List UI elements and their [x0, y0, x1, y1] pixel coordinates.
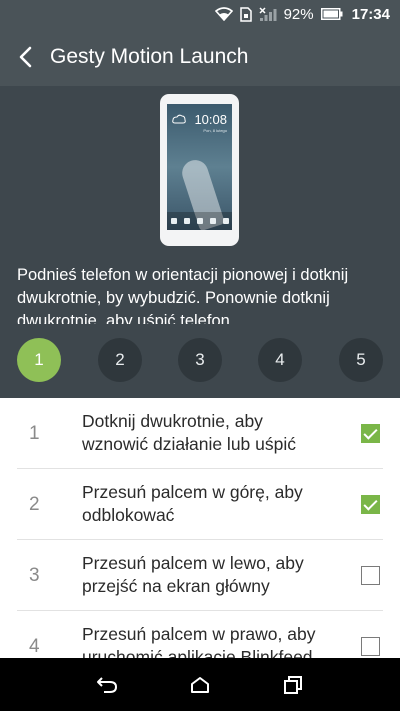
- item-number: 3: [29, 564, 40, 586]
- item-label: Przesuń palcem w lewo, aby przejść na ek…: [82, 553, 304, 596]
- nav-recents-button[interactable]: [273, 665, 313, 705]
- item-label: Dotknij dwukrotnie, aby wznowić działani…: [82, 411, 296, 454]
- battery-percent: 92%: [283, 5, 314, 23]
- item-number: 1: [29, 422, 40, 444]
- nav-home-button[interactable]: [180, 665, 220, 705]
- gesture-illustration: 10:08 Pon, 8 lutego: [0, 86, 400, 252]
- step-4-button[interactable]: 4: [258, 338, 302, 382]
- phone-dock: [167, 212, 232, 230]
- nav-back-button[interactable]: [87, 665, 127, 705]
- back-nav-icon: [96, 676, 117, 693]
- home-nav-icon: [190, 676, 209, 693]
- item-checkbox[interactable]: [361, 566, 380, 585]
- recents-nav-icon: [284, 675, 303, 694]
- phone-illustration: 10:08 Pon, 8 lutego: [160, 94, 239, 246]
- step-2-button[interactable]: 2: [98, 338, 142, 382]
- wifi-icon: [214, 7, 233, 21]
- sim-icon: [239, 6, 252, 22]
- step-5-button[interactable]: 5: [339, 338, 383, 382]
- step-3-button[interactable]: 3: [178, 338, 222, 382]
- clock: 17:34: [351, 5, 390, 23]
- dock-mail-icon: [209, 218, 216, 224]
- item-checkbox[interactable]: [361, 637, 380, 656]
- item-number: 4: [29, 635, 40, 657]
- step-selector: 1 2 3 4 5: [0, 324, 400, 398]
- back-button[interactable]: [0, 28, 50, 86]
- app-bar: Gesty Motion Launch: [0, 28, 400, 86]
- item-label: Przesuń palcem w prawo, aby uruchomić ap…: [82, 624, 316, 658]
- list-item[interactable]: 2 Przesuń palcem w górę, aby odblokować: [17, 469, 383, 540]
- gesture-list: 1 Dotknij dwukrotnie, aby wznowić działa…: [0, 398, 400, 658]
- item-checkbox[interactable]: [361, 495, 380, 514]
- list-item[interactable]: 4 Przesuń palcem w prawo, aby uruchomić …: [17, 611, 383, 658]
- list-item[interactable]: 3 Przesuń palcem w lewo, aby przejść na …: [17, 540, 383, 611]
- list-item[interactable]: 1 Dotknij dwukrotnie, aby wznowić działa…: [17, 398, 383, 469]
- back-arrow-icon: [19, 46, 32, 68]
- item-checkbox[interactable]: [361, 424, 380, 443]
- dock-phone-icon: [170, 218, 177, 224]
- phone-date: Pon, 8 lutego: [203, 128, 227, 133]
- weather-icon: [172, 114, 186, 124]
- item-number: 2: [29, 493, 40, 515]
- phone-screen: 10:08 Pon, 8 lutego: [167, 104, 232, 230]
- phone-clock: 10:08: [194, 112, 227, 127]
- page-title: Gesty Motion Launch: [50, 45, 249, 68]
- dock-camera-icon: [222, 218, 229, 224]
- no-signal-icon: [259, 6, 277, 22]
- step-1-button[interactable]: 1: [17, 338, 61, 382]
- dock-message-icon: [183, 218, 190, 224]
- gesture-description: Podnieś telefon w orientacji pionowej i …: [0, 252, 400, 324]
- battery-icon: [320, 8, 343, 20]
- dock-apps-icon: [196, 218, 203, 224]
- status-bar: 92% 17:34: [0, 0, 400, 28]
- navigation-bar: [0, 658, 400, 711]
- item-label: Przesuń palcem w górę, aby odblokować: [82, 482, 303, 525]
